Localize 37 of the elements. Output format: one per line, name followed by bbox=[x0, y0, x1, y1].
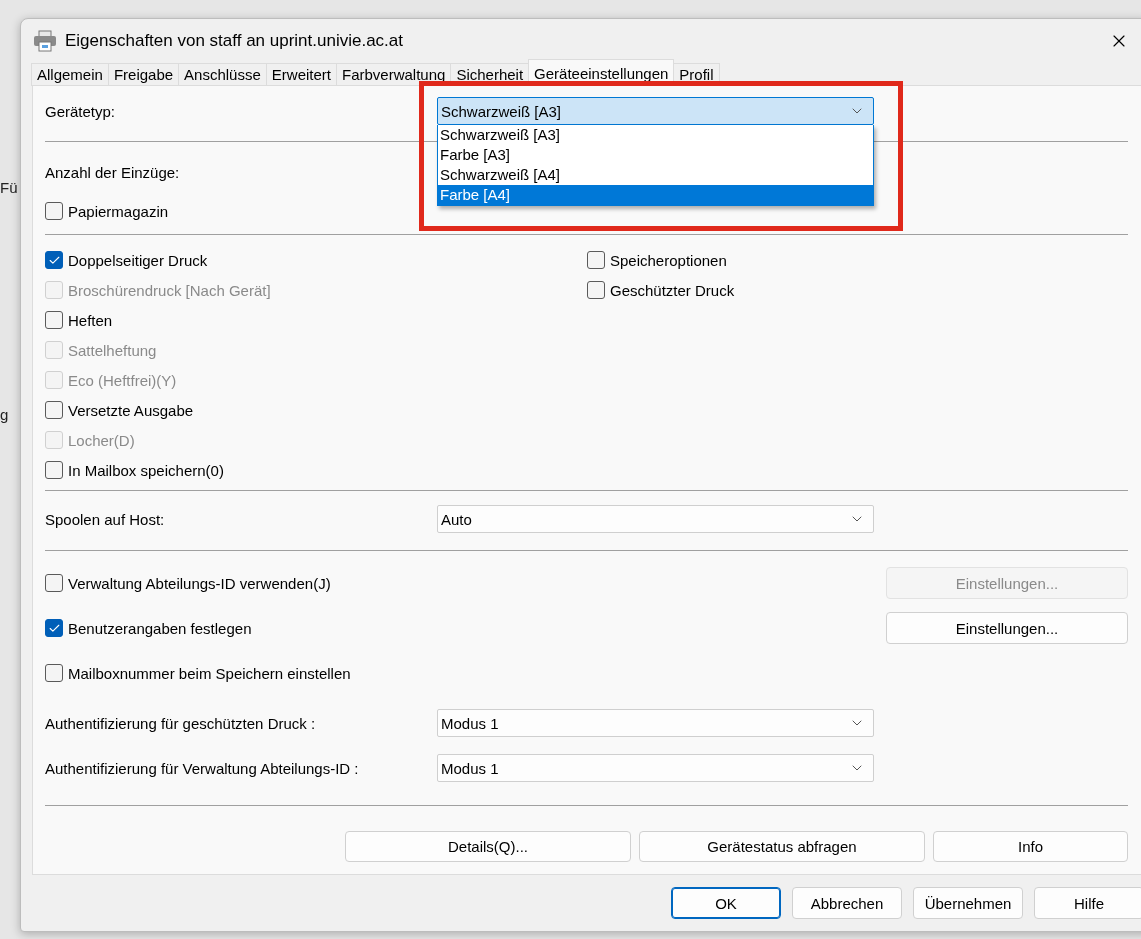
settings-button[interactable]: Einstellungen... bbox=[886, 612, 1128, 644]
checkbox-option[interactable]: In Mailbox speichern(0) bbox=[45, 455, 587, 485]
checkbox-option[interactable]: Papiermagazin bbox=[45, 196, 169, 226]
tab[interactable]: Freigabe bbox=[107, 63, 180, 86]
panel-button[interactable]: Info bbox=[933, 831, 1128, 862]
checkbox-option[interactable]: Mailboxnummer beim Speichern einstellen bbox=[45, 658, 351, 688]
dropdown-option[interactable]: Farbe [A4] bbox=[438, 185, 873, 205]
checkbox-option[interactable]: Heften bbox=[45, 305, 587, 335]
dropdown[interactable]: Schwarzweiß [A3] bbox=[437, 97, 874, 125]
dialog-button[interactable]: Übernehmen bbox=[913, 887, 1023, 919]
dropdown-option[interactable]: Farbe [A3] bbox=[438, 145, 873, 165]
field-label: Anzahl der Einzüge: bbox=[45, 163, 181, 181]
field-label: Spoolen auf Host: bbox=[45, 510, 166, 528]
panel-button[interactable]: Details(Q)... bbox=[345, 831, 631, 862]
tab[interactable]: Allgemein bbox=[31, 63, 109, 86]
window-title: Eigenschaften von staff an uprint.univie.ac.at bbox=[65, 30, 405, 51]
dropdown-option[interactable]: Schwarzweiß [A4] bbox=[438, 165, 873, 185]
checkbox-option[interactable]: Doppelseitiger Druck bbox=[45, 245, 587, 275]
dropdown[interactable]: Modus 1 bbox=[437, 754, 874, 782]
printer-icon bbox=[33, 29, 57, 52]
field-label: Gerätetyp: bbox=[45, 102, 117, 120]
field-label: Authentifizierung für Verwaltung Abteilungs-ID : bbox=[45, 759, 360, 777]
dropdown-option[interactable]: Schwarzweiß [A3] bbox=[438, 125, 873, 145]
dialog-button[interactable]: Abbrechen bbox=[792, 887, 902, 919]
background-window-text: Fü bbox=[0, 179, 19, 197]
checkbox-option[interactable]: Verwaltung Abteilungs-ID verwenden(J) bbox=[45, 568, 331, 598]
checkbox-option[interactable]: Geschützter Druck bbox=[587, 275, 1128, 305]
dropdown[interactable]: Auto bbox=[437, 505, 874, 533]
panel-button[interactable]: Gerätestatus abfragen bbox=[639, 831, 925, 862]
field-label: Authentifizierung für geschützten Druck : bbox=[45, 714, 317, 732]
checkbox-option[interactable]: Versetzte Ausgabe bbox=[45, 395, 587, 425]
dropdown[interactable]: Modus 1 bbox=[437, 709, 874, 737]
checkbox-option[interactable]: Benutzerangaben festlegen bbox=[45, 613, 252, 643]
background-window-text: g bbox=[0, 406, 10, 424]
checkbox-option[interactable]: Speicheroptionen bbox=[587, 245, 1128, 275]
dialog-button[interactable]: OK bbox=[671, 887, 781, 919]
dialog-button[interactable]: Hilfe bbox=[1034, 887, 1141, 919]
